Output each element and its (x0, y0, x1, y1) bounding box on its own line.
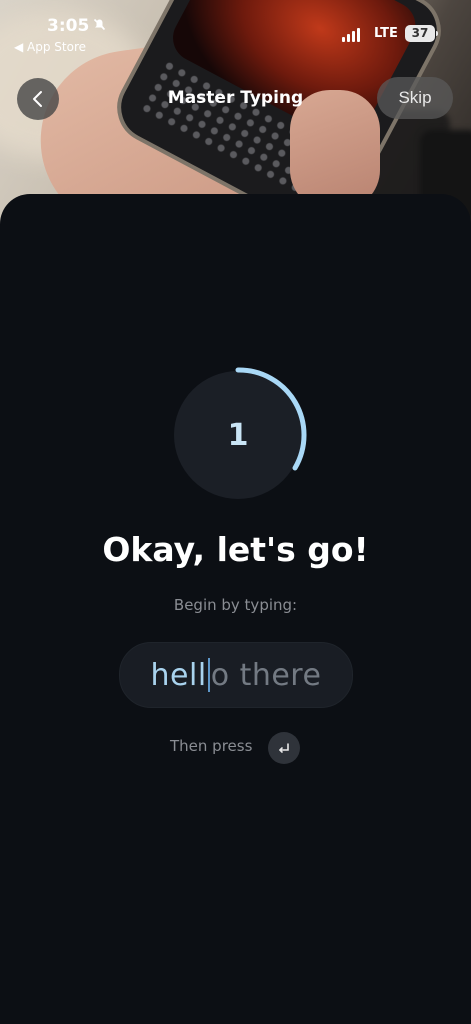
typed-text: hell (150, 657, 207, 693)
back-to-app-store-link[interactable]: ◀ App Store (14, 40, 86, 54)
signal-icon (342, 28, 360, 42)
then-press-label: Then press (170, 737, 253, 755)
bell-slash-icon (93, 18, 106, 35)
remaining-text: o there (210, 657, 322, 693)
typing-prompt[interactable]: hell o there (119, 642, 353, 708)
heading: Okay, let's go! (102, 530, 369, 569)
return-key-icon (268, 732, 300, 764)
skip-button[interactable]: Skip (377, 77, 453, 119)
status-time: 3:05 (47, 16, 90, 36)
battery-indicator: 37 (405, 25, 435, 42)
network-label: LTE (374, 26, 398, 41)
text-cursor (207, 658, 210, 692)
countdown-number: 1 (227, 417, 249, 453)
instruction-text: Begin by typing: (173, 596, 298, 614)
